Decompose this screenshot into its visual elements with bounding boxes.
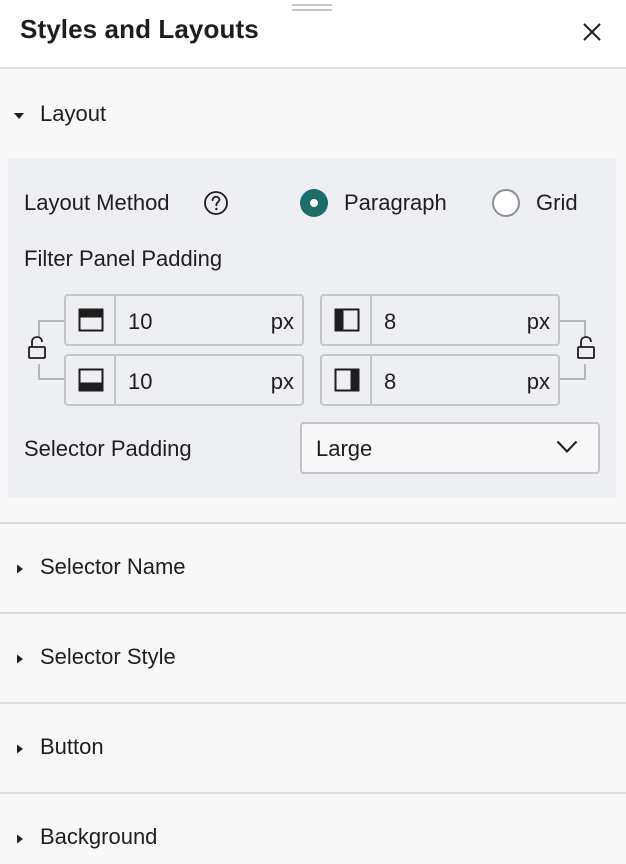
caret-right-icon [17,654,23,664]
chevron-down-icon [556,440,578,453]
selector-padding-value: Large [316,436,373,461]
unlock-icon [577,336,595,359]
caret-down-icon [14,113,24,119]
section-selector-style-header[interactable]: Selector Style [0,614,626,702]
padding-bottom-value[interactable]: 10 [128,369,258,394]
link-bracket-right [560,364,586,380]
section-background-header[interactable]: Background [0,794,626,864]
padding-left-input: 8 px [320,294,560,346]
padding-left-value[interactable]: 8 [384,309,514,334]
padding-top-icon [78,308,104,332]
layout-method-grid-radio[interactable]: Grid [492,188,602,218]
radio-unselected-icon [492,189,520,217]
close-icon [583,23,601,41]
section-selector-style-label: Selector Style [40,644,176,669]
radio-label-paragraph: Paragraph [344,190,447,215]
padding-left-icon [334,308,360,332]
padding-bottom-unit[interactable]: px [271,369,294,395]
section-layout-label: Layout [40,101,107,126]
radio-label-grid: Grid [536,190,578,215]
unlock-padding-left-button[interactable] [26,334,48,362]
section-selector-name-label: Selector Name [40,554,186,579]
selector-padding-label: Selector Padding [24,436,192,461]
caret-right-icon [17,744,23,754]
padding-top-icon-box [66,296,116,344]
panel-title: Styles and Layouts [20,14,259,44]
padding-top-input: 10 px [64,294,304,346]
caret-right-icon [17,834,23,844]
caret-right-icon [17,564,23,574]
section-button-label: Button [40,734,104,759]
unlock-icon [28,336,46,359]
drag-handle[interactable] [292,4,332,12]
section-button-header[interactable]: Button [0,704,626,792]
padding-right-unit[interactable]: px [527,369,550,395]
padding-right-icon [334,368,360,392]
layout-section-body: Layout Method Paragraph Grid Filter Pane… [8,158,616,498]
radio-selected-icon [300,189,328,217]
selector-padding-select[interactable]: Large [300,422,600,474]
filter-panel-padding-label: Filter Panel Padding [24,246,223,271]
layout-method-label: Layout Method [24,190,170,215]
section-background-label: Background [40,824,158,849]
padding-bottom-icon [78,368,104,392]
padding-bottom-input: 10 px [64,354,304,406]
unlock-padding-right-button[interactable] [575,334,597,362]
layout-method-paragraph-radio[interactable]: Paragraph [300,188,470,218]
padding-right-icon-box [322,356,372,404]
padding-bottom-icon-box [66,356,116,404]
padding-top-value[interactable]: 10 [128,309,258,334]
styles-and-layouts-panel: Styles and Layouts Layout Layout Method … [0,0,626,864]
section-selector-name-header[interactable]: Selector Name [0,524,626,612]
section-layout-header[interactable]: Layout [0,70,626,158]
link-bracket-left [38,364,66,380]
padding-left-icon-box [322,296,372,344]
close-button[interactable] [578,18,606,46]
padding-top-unit[interactable]: px [271,309,294,335]
padding-right-value[interactable]: 8 [384,369,514,394]
panel-header: Styles and Layouts [0,0,626,69]
padding-right-input: 8 px [320,354,560,406]
help-icon[interactable] [203,190,229,216]
padding-left-unit[interactable]: px [527,309,550,335]
